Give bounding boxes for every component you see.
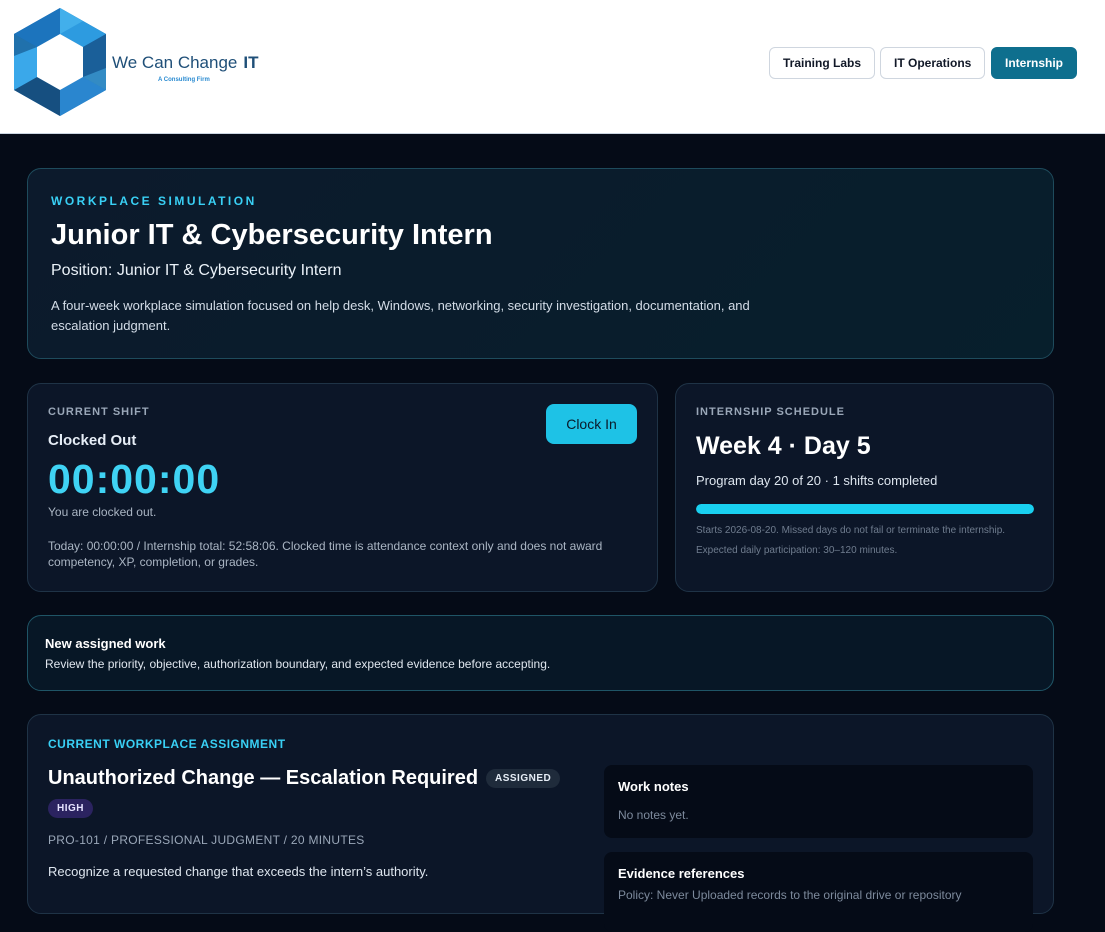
assignment-meta: PRO-101 / PROFESSIONAL JUDGMENT / 20 MIN… <box>48 833 365 847</box>
status-badge: ASSIGNED <box>486 769 561 788</box>
shift-status: Clocked Out <box>48 432 137 449</box>
schedule-progress-fill <box>696 504 1034 514</box>
logo-hexagon-icon <box>14 8 106 116</box>
schedule-progress-bar <box>696 504 1034 514</box>
assignment-title: Unauthorized Change — Escalation Require… <box>48 767 479 789</box>
brand-name-text: We Can Change <box>112 53 238 72</box>
current-shift-card: CURRENT SHIFT Clocked Out 00:00:00 You a… <box>27 383 658 592</box>
schedule-expected-note: Expected daily participation: 30–120 min… <box>696 545 898 556</box>
internship-schedule-card: INTERNSHIP SCHEDULE Week 4 · Day 5 Progr… <box>675 383 1054 592</box>
page-title: Junior IT & Cybersecurity Intern <box>51 219 493 251</box>
work-notes-title: Work notes <box>618 779 689 794</box>
assignment-label: CURRENT WORKPLACE ASSIGNMENT <box>48 737 286 751</box>
top-header: We Can Change IT A Consulting Firm Traini… <box>0 0 1105 134</box>
schedule-label: INTERNSHIP SCHEDULE <box>696 406 845 418</box>
schedule-start-note: Starts 2026-08-20. Missed days do not fa… <box>696 525 1006 536</box>
shift-label: CURRENT SHIFT <box>48 406 150 418</box>
work-notes-body: No notes yet. <box>618 808 689 822</box>
brand-name: We Can Change IT <box>112 53 258 73</box>
clock-in-button[interactable]: Clock In <box>546 404 637 444</box>
evidence-panel: Evidence references Policy: Never Upload… <box>604 852 1033 932</box>
assignment-card: CURRENT WORKPLACE ASSIGNMENT Unauthorize… <box>27 714 1054 932</box>
evidence-body: Policy: Never Uploaded records to the or… <box>618 888 962 902</box>
priority-badge: HIGH <box>48 799 93 818</box>
nav-internship[interactable]: Internship <box>991 47 1078 79</box>
nav-training-labs[interactable]: Training Labs <box>769 47 876 79</box>
assignment-objective: Recognize a requested change that exceed… <box>48 864 429 879</box>
brand-tagline: A Consulting Firm <box>158 77 210 83</box>
position-text: Position: Junior IT & Cybersecurity Inte… <box>51 262 342 279</box>
schedule-week-day: Week 4 · Day 5 <box>696 432 871 460</box>
shift-message: You are clocked out. <box>48 505 157 519</box>
evidence-title: Evidence references <box>618 866 745 881</box>
notice-description: Review the priority, objective, authoriz… <box>45 657 551 671</box>
brand-suffix: IT <box>243 53 259 72</box>
hero-eyebrow: WORKPLACE SIMULATION <box>51 194 257 208</box>
shift-timer: 00:00:00 <box>48 456 221 502</box>
notice-title: New assigned work <box>45 636 166 651</box>
new-work-notice: New assigned work Review the priority, o… <box>27 615 1054 691</box>
nav-it-operations[interactable]: IT Operations <box>880 47 986 79</box>
work-notes-panel: Work notes No notes yet. <box>604 765 1033 838</box>
shift-note: Today: 00:00:00 / Internship total: 52:5… <box>48 539 603 569</box>
hero-description: A four-week workplace simulation focused… <box>51 298 750 333</box>
hero-card: WORKPLACE SIMULATION Junior IT & Cyberse… <box>27 168 1054 359</box>
schedule-progress-text: Program day 20 of 20 · 1 shifts complete… <box>696 473 938 488</box>
